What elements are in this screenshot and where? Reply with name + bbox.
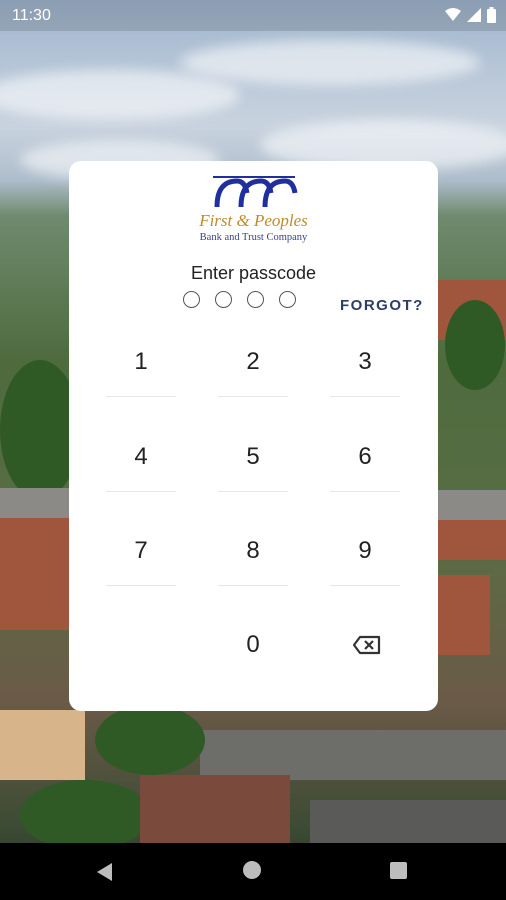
key-label: 5 [246,443,260,470]
key-3[interactable]: 3 [330,327,400,397]
key-divider [218,491,288,492]
key-label: 0 [246,631,260,658]
logo-name: First & Peoples [199,211,308,230]
key-6[interactable]: 6 [330,422,400,492]
key-label: 7 [134,537,148,564]
key-label: 9 [358,537,372,564]
wifi-icon [445,8,461,21]
key-5[interactable]: 5 [218,422,288,492]
key-label: 3 [358,348,372,375]
key-divider [106,396,176,397]
back-icon[interactable] [97,863,112,881]
battery-icon [487,7,496,23]
key-divider [106,491,176,492]
key-9[interactable]: 9 [330,516,400,586]
key-label: 1 [134,348,148,375]
forgot-button[interactable]: FORGOT? [340,297,424,314]
status-time: 11:30 [12,7,51,24]
key-label: 2 [246,348,260,375]
key-divider [106,585,176,586]
passcode-dot [183,291,200,308]
passcode-prompt: Enter passcode [190,263,317,283]
passcode-dot [215,291,232,308]
key-1[interactable]: 1 [106,327,176,397]
passcode-dots [183,291,296,308]
backspace-icon[interactable] [345,625,385,665]
passcode-dot [247,291,264,308]
bank-logo: First & Peoples Bank and Trust Company [69,173,438,253]
status-icons [445,7,496,23]
navigation-bar [0,843,506,900]
arches-logo-icon [212,176,297,208]
key-label: 4 [134,443,148,470]
key-7[interactable]: 7 [106,516,176,586]
passcode-dot [279,291,296,308]
signal-icon [467,8,481,22]
key-divider [218,396,288,397]
logo-tagline: Bank and Trust Company [199,232,308,243]
key-divider [330,491,400,492]
key-2[interactable]: 2 [218,327,288,397]
home-icon[interactable] [243,861,261,879]
key-0[interactable]: 0 [218,610,288,680]
key-4[interactable]: 4 [106,422,176,492]
key-divider [330,396,400,397]
key-divider [218,585,288,586]
status-bar: 11:30 [0,0,506,31]
recent-apps-icon[interactable] [390,862,407,879]
key-label: 6 [358,443,372,470]
key-label: 8 [246,537,260,564]
key-divider [330,585,400,586]
passcode-card: First & Peoples Bank and Trust Company E… [69,161,438,711]
key-8[interactable]: 8 [218,516,288,586]
